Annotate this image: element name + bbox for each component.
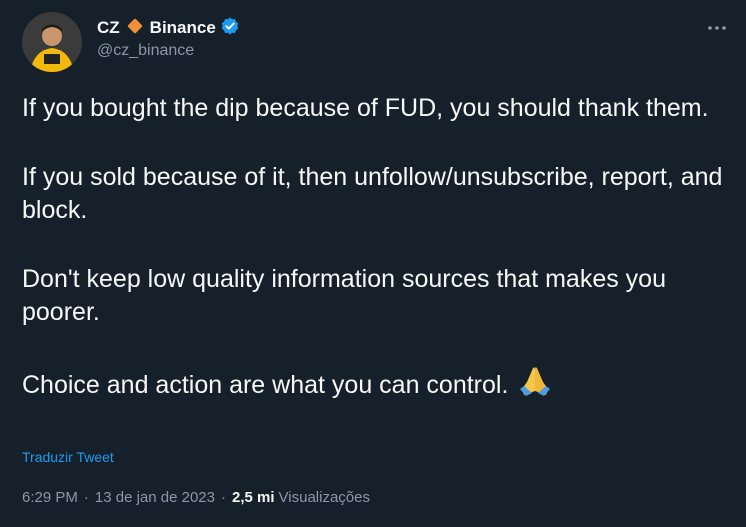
author-handle[interactable]: @cz_binance — [97, 42, 194, 60]
tweet-paragraph: If you sold because of it, then unfollow… — [22, 163, 723, 224]
tweet-paragraph: Don't keep low quality information sourc… — [22, 265, 666, 326]
separator: · — [221, 489, 226, 506]
tweet: CZ Binance @cz_binance If you bought the… — [0, 0, 746, 527]
avatar-image — [22, 12, 82, 72]
tweet-date[interactable]: 13 de jan de 2023 — [95, 489, 215, 506]
verified-badge-icon — [220, 16, 240, 41]
tweet-text: If you bought the dip because of FUD, yo… — [22, 92, 732, 406]
tweet-paragraph: Choice and action are what you can contr… — [22, 371, 509, 399]
author-name: CZ — [97, 18, 120, 37]
folded-hands-emoji — [518, 365, 552, 406]
tweet-meta: 6:29 PM · 13 de jan de 2023 · 2,5 mi Vis… — [22, 489, 370, 506]
binance-diamond-icon — [126, 17, 144, 40]
author-name-row[interactable]: CZ Binance — [97, 16, 240, 40]
separator: · — [83, 489, 89, 506]
tweet-time[interactable]: 6:29 PM — [22, 489, 78, 506]
tweet-paragraph-last: Choice and action are what you can contr… — [22, 365, 732, 406]
avatar[interactable] — [22, 12, 82, 72]
translate-tweet-link[interactable]: Traduzir Tweet — [22, 449, 114, 465]
views-count[interactable]: 2,5 mi — [232, 489, 275, 506]
more-options-icon[interactable] — [706, 18, 728, 38]
author-brand: Binance — [149, 18, 216, 37]
tweet-paragraph: If you bought the dip because of FUD, yo… — [22, 94, 709, 122]
views-label: Visualizações — [278, 489, 370, 506]
